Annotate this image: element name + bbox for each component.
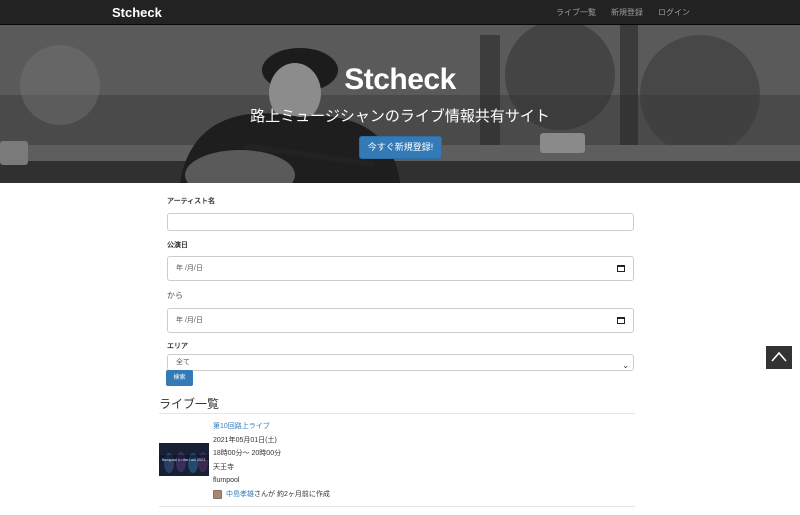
nav-links: ライブ一覧 新規登録 ログイン [556, 7, 690, 18]
live-list-heading: ライブ一覧 [159, 397, 220, 411]
area-selected-value: 全て [176, 359, 190, 366]
event-title-link[interactable]: 第10回路上ライブ [213, 420, 330, 434]
date-range-separator: から [167, 291, 183, 300]
event-place: 天王寺 [213, 463, 234, 471]
artist-input[interactable] [167, 213, 634, 231]
calendar-icon[interactable] [617, 264, 625, 272]
event-author: 中島孝雄さんが 約2ヶ月前に作成 [213, 488, 330, 502]
area-select[interactable]: 全て ⌄ [167, 354, 634, 371]
hero-photo [0, 25, 800, 183]
chevron-down-icon: ⌄ [622, 360, 629, 370]
search-button[interactable]: 検索 [166, 370, 193, 386]
event-thumbnail[interactable]: flumpool In the hall 2021 [159, 443, 209, 476]
chevron-up-icon [771, 351, 787, 362]
date-label: 公演日 [167, 242, 188, 249]
thumbnail-caption: flumpool In the hall 2021 [162, 457, 206, 462]
divider [159, 506, 635, 507]
nav-live-list[interactable]: ライブ一覧 [556, 7, 596, 18]
signup-cta-button[interactable]: 今すぐ新規登録! [359, 136, 442, 159]
divider [159, 413, 635, 414]
date-to-placeholder: 年 /月/日 [176, 317, 203, 324]
date-from-input[interactable]: 年 /月/日 [167, 256, 634, 281]
brand-logo[interactable]: Stcheck [112, 5, 162, 20]
area-label: エリア [167, 343, 188, 350]
event-artist: flumpool [213, 477, 240, 484]
navbar: Stcheck ライブ一覧 新規登録 ログイン [0, 0, 800, 25]
search-form: アーティスト名 公演日 年 /月/日 から 年 /月/日 エリア 全て ⌄ [167, 196, 635, 371]
hero-banner: Stcheck 路上ミュージシャンのライブ情報共有サイト 今すぐ新規登録! [0, 25, 800, 183]
hero-subtitle: 路上ミュージシャンのライブ情報共有サイト [250, 108, 550, 125]
event-date: 2021年05月01日(土) [213, 436, 277, 444]
author-created-text: さんが 約2ヶ月前に作成 [254, 490, 330, 498]
hero-title: Stcheck [344, 63, 456, 96]
back-to-top-button[interactable] [766, 346, 792, 369]
list-item: 第10回路上ライブ 2021年05月01日(土) 18時00分～ 20時00分 … [213, 420, 330, 501]
avatar[interactable] [213, 489, 222, 499]
calendar-icon[interactable] [617, 316, 625, 324]
artist-label: アーティスト名 [167, 198, 216, 205]
nav-login[interactable]: ログイン [658, 7, 690, 18]
date-from-placeholder: 年 /月/日 [176, 265, 203, 272]
date-to-input[interactable]: 年 /月/日 [167, 308, 634, 333]
author-name-link[interactable]: 中島孝雄 [226, 491, 254, 498]
event-time: 18時00分～ 20時00分 [213, 450, 282, 457]
nav-signup[interactable]: 新規登録 [611, 7, 643, 18]
